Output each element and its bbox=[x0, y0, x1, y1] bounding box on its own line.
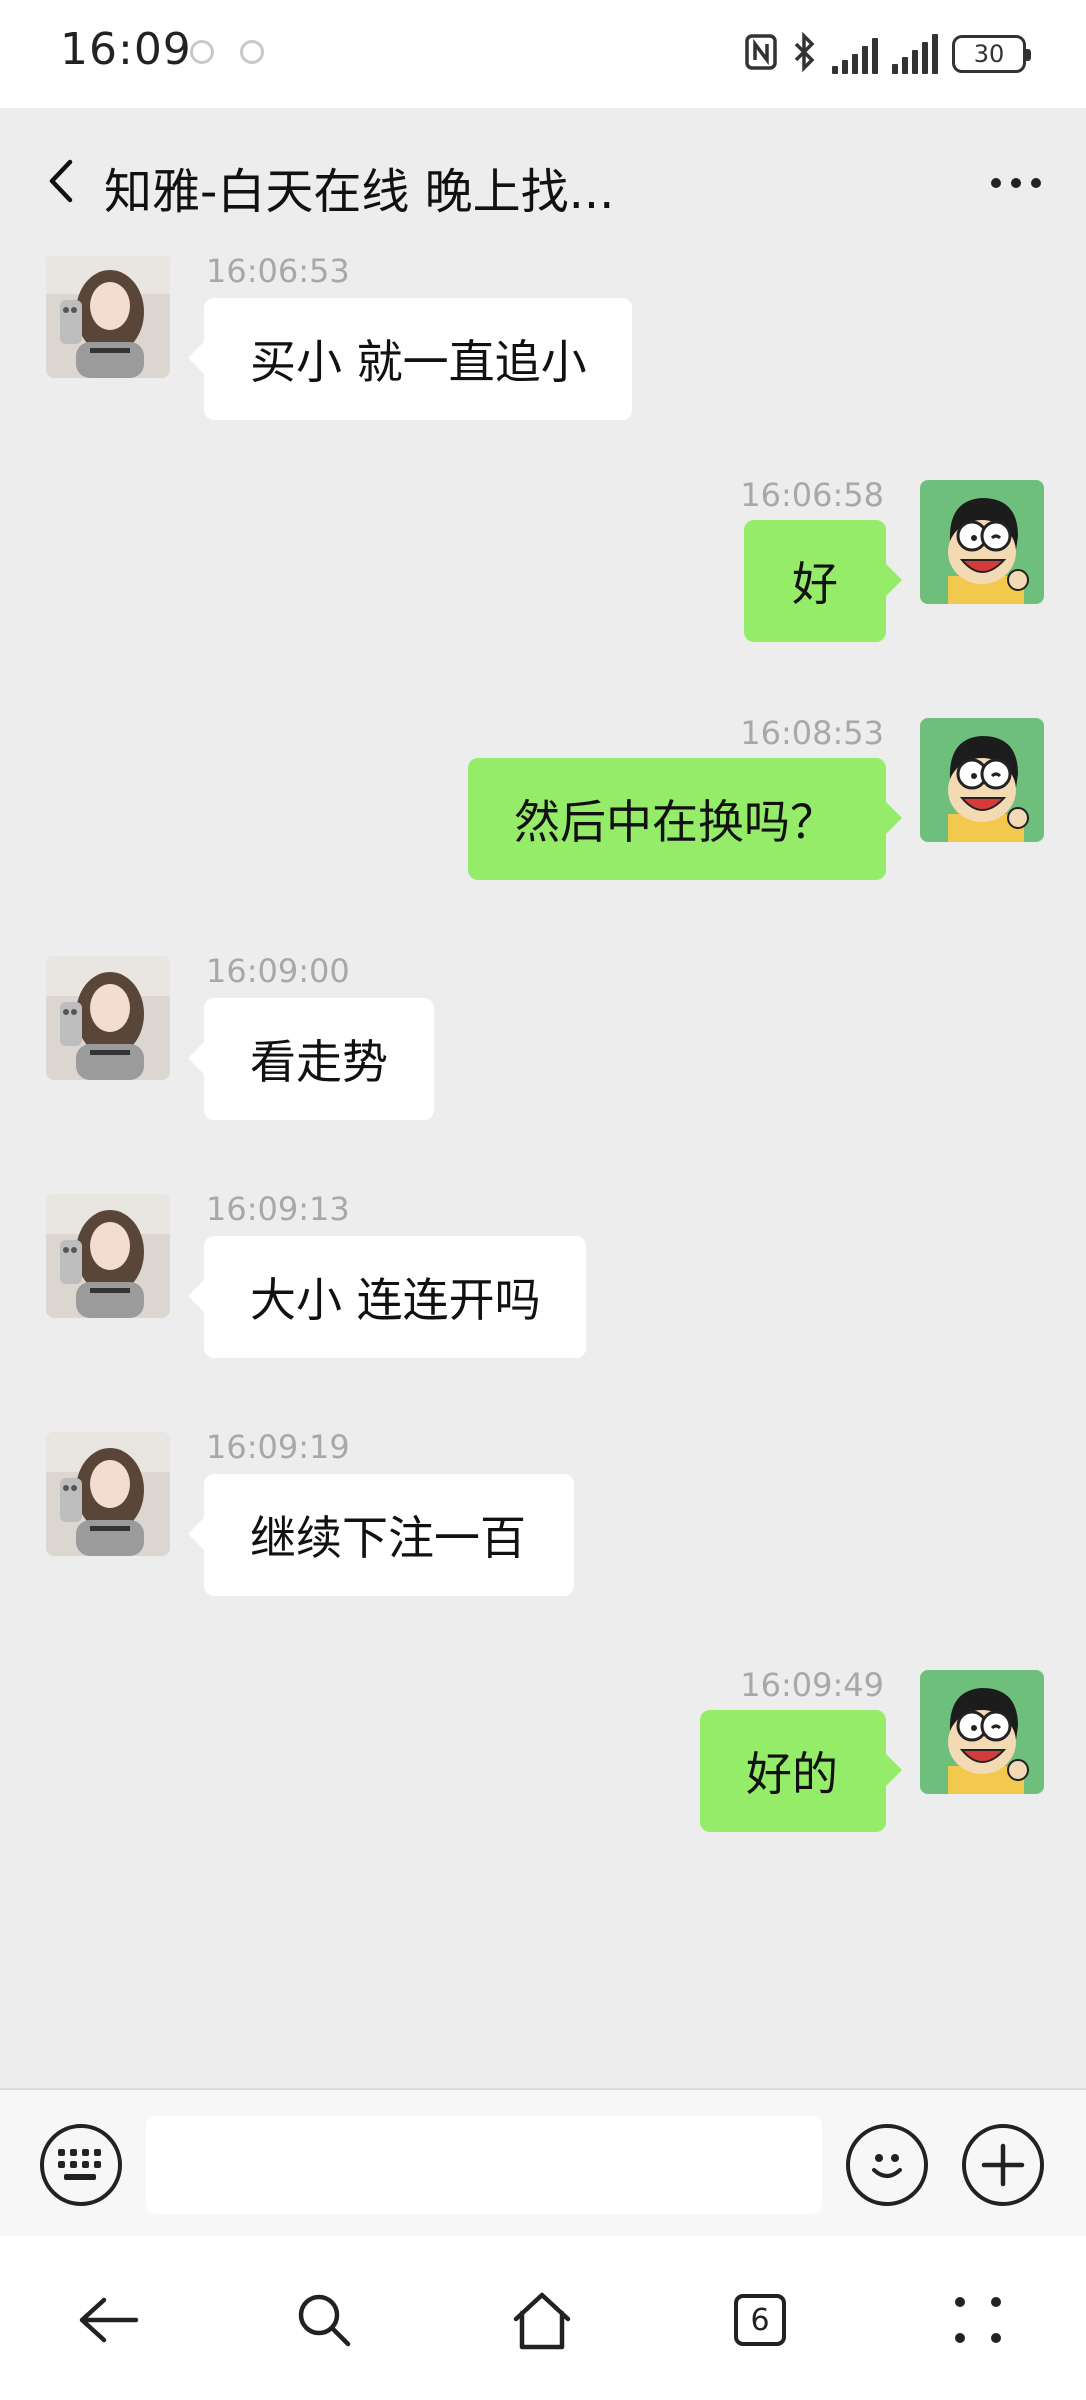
contact-avatar[interactable] bbox=[46, 956, 170, 1080]
user-avatar[interactable] bbox=[920, 718, 1044, 842]
notification-icon bbox=[240, 40, 264, 64]
more-dots-icon bbox=[991, 178, 1041, 188]
back-arrow-icon bbox=[49, 159, 73, 203]
message-timestamp: 16:09:00 bbox=[206, 952, 350, 990]
message-bubble[interactable]: 继续下注一百 bbox=[188, 1474, 574, 1596]
message-timestamp: 16:06:53 bbox=[206, 256, 350, 290]
nav-home-button[interactable] bbox=[502, 2280, 582, 2360]
message-timestamp: 16:09:49 bbox=[740, 1666, 884, 1704]
battery-icon: 30 bbox=[952, 35, 1031, 73]
contact-avatar[interactable] bbox=[46, 256, 170, 378]
message-bubble[interactable]: 看走势 bbox=[188, 998, 434, 1120]
signal-icon bbox=[892, 34, 938, 74]
input-bar bbox=[0, 2088, 1086, 2238]
message-bubble[interactable]: 然后中在换吗？ bbox=[468, 758, 902, 880]
contact-avatar[interactable] bbox=[46, 1194, 170, 1318]
emoji-button[interactable] bbox=[846, 2124, 928, 2206]
tabs-icon: 6 bbox=[734, 2294, 786, 2346]
user-avatar[interactable] bbox=[920, 1670, 1044, 1794]
more-actions-button[interactable] bbox=[962, 2124, 1044, 2206]
chat-header: 知雅-白天在线 晚上找... bbox=[0, 108, 1086, 256]
message-bubble[interactable]: 好的 bbox=[700, 1710, 902, 1832]
message-bubble[interactable]: 大小 连连开吗 bbox=[188, 1236, 586, 1358]
message-input[interactable] bbox=[146, 2116, 822, 2214]
keyboard-icon bbox=[58, 2149, 101, 2180]
signal-icon bbox=[832, 34, 878, 74]
emoji-icon bbox=[872, 2154, 902, 2178]
user-avatar[interactable] bbox=[920, 480, 1044, 604]
message-bubble[interactable]: 买小 就一直追小 bbox=[188, 298, 632, 420]
voice-keyboard-toggle-button[interactable] bbox=[40, 2124, 122, 2206]
message-bubble[interactable]: 好 bbox=[744, 520, 902, 642]
bluetooth-icon bbox=[792, 31, 818, 76]
battery-level: 30 bbox=[973, 40, 1005, 68]
plus-icon bbox=[981, 2143, 1025, 2187]
system-navigation-bar: 6 bbox=[0, 2236, 1086, 2400]
chat-area[interactable]: 16:06:53 买小 就一直追小 16:06:58 好 16:08:53 然后… bbox=[0, 256, 1086, 2088]
nav-back-button[interactable] bbox=[68, 2280, 148, 2360]
back-icon bbox=[79, 2297, 139, 2343]
message-timestamp: 16:09:19 bbox=[206, 1428, 350, 1466]
back-button[interactable] bbox=[36, 156, 86, 206]
chat-title: 知雅-白天在线 晚上找... bbox=[104, 164, 615, 220]
message-timestamp: 16:06:58 bbox=[740, 476, 884, 514]
contact-avatar[interactable] bbox=[46, 1432, 170, 1556]
nav-menu-button[interactable] bbox=[938, 2280, 1018, 2360]
nav-search-button[interactable] bbox=[284, 2280, 364, 2360]
nfc-icon bbox=[744, 32, 778, 76]
nav-tabs-button[interactable]: 6 bbox=[720, 2280, 800, 2360]
status-time: 16:09 bbox=[60, 24, 192, 75]
message-timestamp: 16:08:53 bbox=[740, 714, 884, 752]
more-button[interactable] bbox=[986, 158, 1046, 208]
message-timestamp: 16:09:13 bbox=[206, 1190, 350, 1228]
menu-icon bbox=[955, 2297, 1001, 2343]
status-bar: 16:09 30 bbox=[0, 0, 1086, 108]
search-icon bbox=[298, 2294, 351, 2347]
home-icon bbox=[513, 2292, 571, 2350]
notification-icon bbox=[190, 40, 214, 64]
